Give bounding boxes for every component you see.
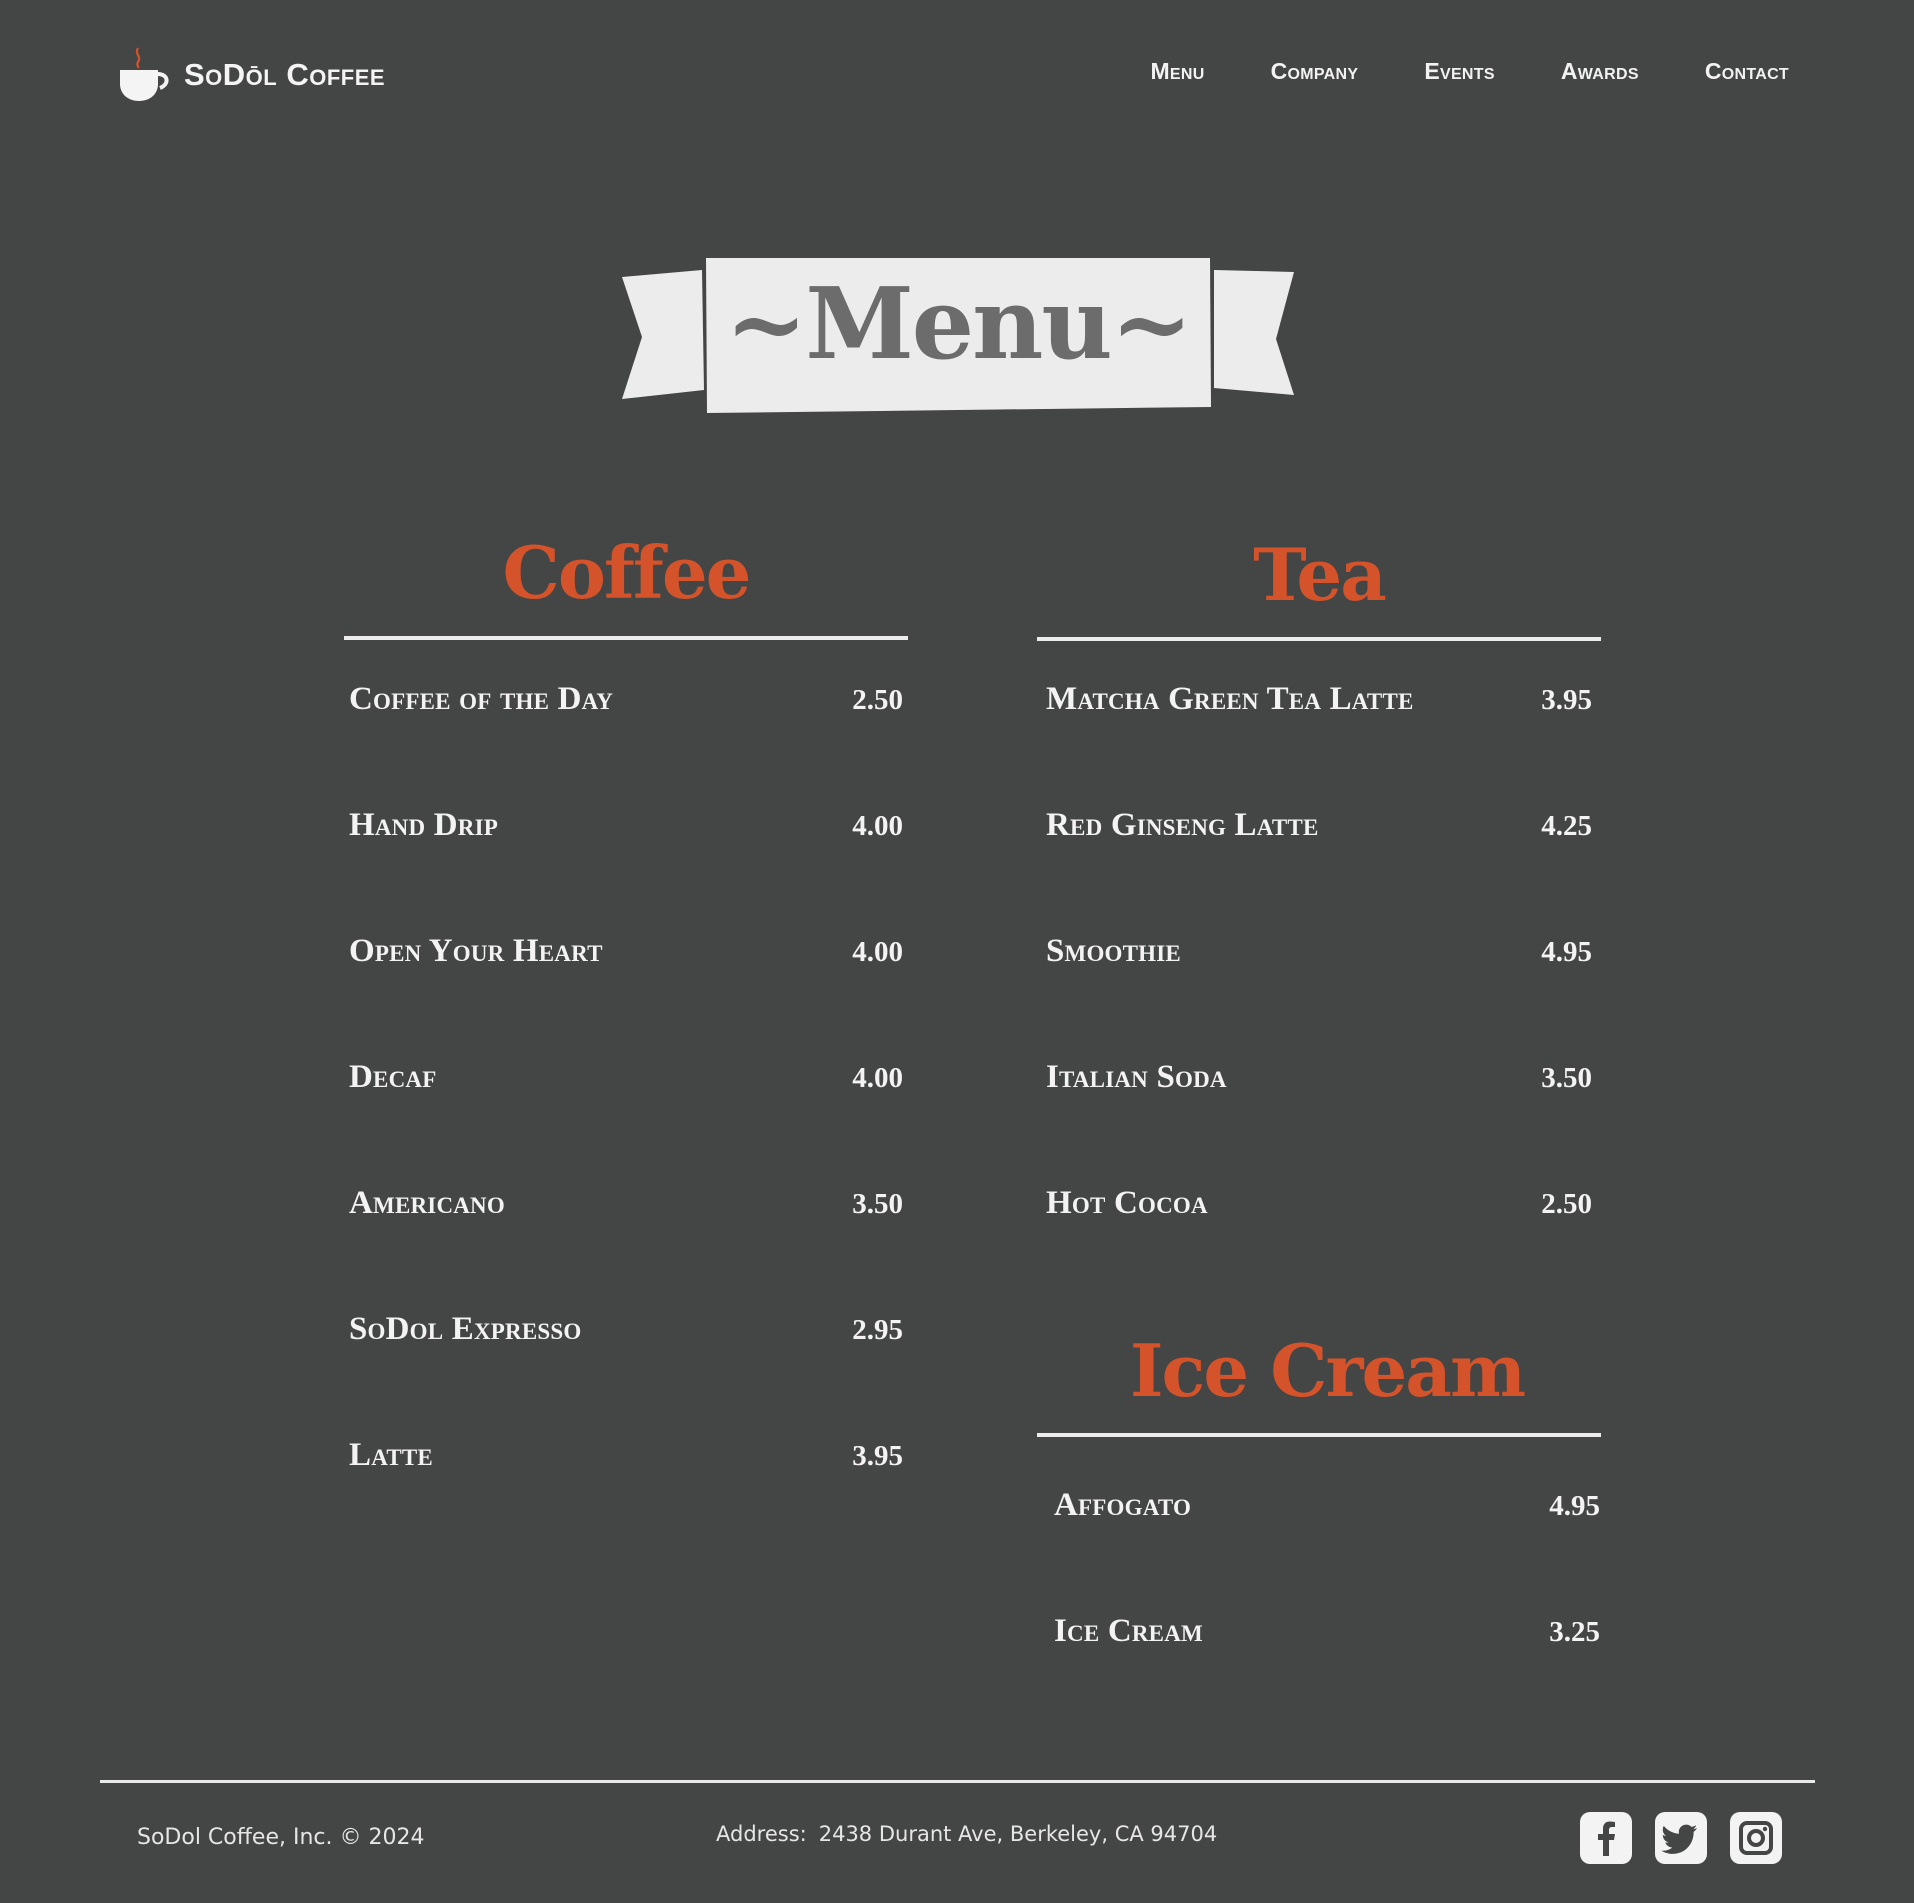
nav-company[interactable]: Company [1271,58,1359,85]
item-price: 3.50 [1541,1062,1592,1094]
item-name: Hot Cocoa [1046,1185,1208,1221]
menu-item: Hand Drip 4.00 [349,807,903,844]
menu-item: Americano 3.50 [349,1185,903,1222]
ice-cream-divider [1037,1433,1601,1437]
item-name: Italian Soda [1046,1059,1227,1095]
menu-item: Hot Cocoa 2.50 [1046,1185,1592,1222]
item-price: 2.50 [1541,1188,1592,1220]
menu-item: Red Ginseng Latte 4.25 [1046,807,1592,844]
brand-name: SoDōl Coffee [184,57,386,92]
item-price: 4.95 [1549,1490,1600,1522]
nav-menu[interactable]: Menu [1150,58,1204,85]
menu-item: Coffee of the Day 2.50 [349,681,903,718]
coffee-divider [344,636,908,640]
menu-item: Ice Cream 3.25 [1054,1613,1600,1650]
item-price: 3.95 [1541,684,1592,716]
item-name: Coffee of the Day [349,681,614,717]
site-header: SoDōl Coffee Menu Company Events Awards … [0,0,1914,160]
item-price: 4.95 [1541,936,1592,968]
item-price: 2.95 [852,1314,903,1346]
nav-contact[interactable]: Contact [1705,58,1789,85]
brand-logo-link[interactable]: SoDōl Coffee [118,40,385,110]
item-price: 4.00 [852,810,903,842]
footer-divider [100,1780,1815,1783]
address-value: 2438 Durant Ave, Berkeley, CA 94704 [818,1822,1218,1846]
twitter-link[interactable] [1655,1812,1707,1864]
item-name: Red Ginseng Latte [1046,807,1319,843]
menu-item: SoDol Expresso 2.95 [349,1311,903,1348]
coffee-section-title: Coffee [502,530,752,615]
footer-address: Address: 2438 Durant Ave, Berkeley, CA 9… [716,1822,1217,1846]
item-name: Matcha Green Tea Latte [1046,681,1414,717]
item-name: SoDol Expresso [349,1311,582,1347]
menu-item: Italian Soda 3.50 [1046,1059,1592,1096]
main-nav: Menu Company Events Awards Contact [1084,58,1789,85]
item-name: Smoothie [1046,933,1181,969]
item-name: Open Your Heart [349,933,603,969]
item-name: Americano [349,1185,505,1221]
item-price: 4.25 [1541,810,1592,842]
item-price: 4.00 [852,936,903,968]
item-name: Ice Cream [1054,1613,1203,1649]
facebook-link[interactable] [1580,1812,1632,1864]
instagram-link[interactable] [1730,1812,1782,1864]
item-name: Hand Drip [349,807,498,843]
item-price: 3.25 [1549,1616,1600,1648]
item-name: Latte [349,1437,433,1473]
item-name: Affogato [1054,1487,1192,1523]
item-price: 4.00 [852,1062,903,1094]
address-label: Address: [716,1822,807,1846]
twitter-icon [1661,1824,1697,1854]
banner-title: ~Menu~ [725,267,1193,382]
item-price: 3.95 [852,1440,903,1472]
copyright-text: SoDol Coffee, Inc. © 2024 [137,1825,425,1850]
item-price: 3.50 [852,1188,903,1220]
menu-item: Affogato 4.95 [1054,1487,1600,1524]
menu-item: Decaf 4.00 [349,1059,903,1096]
item-name: Decaf [349,1059,437,1095]
item-price: 2.50 [852,684,903,716]
instagram-icon [1739,1821,1773,1855]
coffee-cup-icon [118,46,170,104]
ice-cream-section-title: Ice Cream [1129,1328,1526,1413]
menu-item: Matcha Green Tea Latte 3.95 [1046,681,1592,718]
facebook-icon [1598,1821,1615,1856]
menu-banner: ~Menu~ [620,255,1296,415]
menu-item: Open Your Heart 4.00 [349,933,903,970]
tea-section-title: Tea [1253,532,1387,617]
nav-awards[interactable]: Awards [1561,58,1639,85]
nav-events[interactable]: Events [1424,58,1495,85]
menu-item: Smoothie 4.95 [1046,933,1592,970]
menu-item: Latte 3.95 [349,1437,903,1474]
tea-divider [1037,637,1601,641]
